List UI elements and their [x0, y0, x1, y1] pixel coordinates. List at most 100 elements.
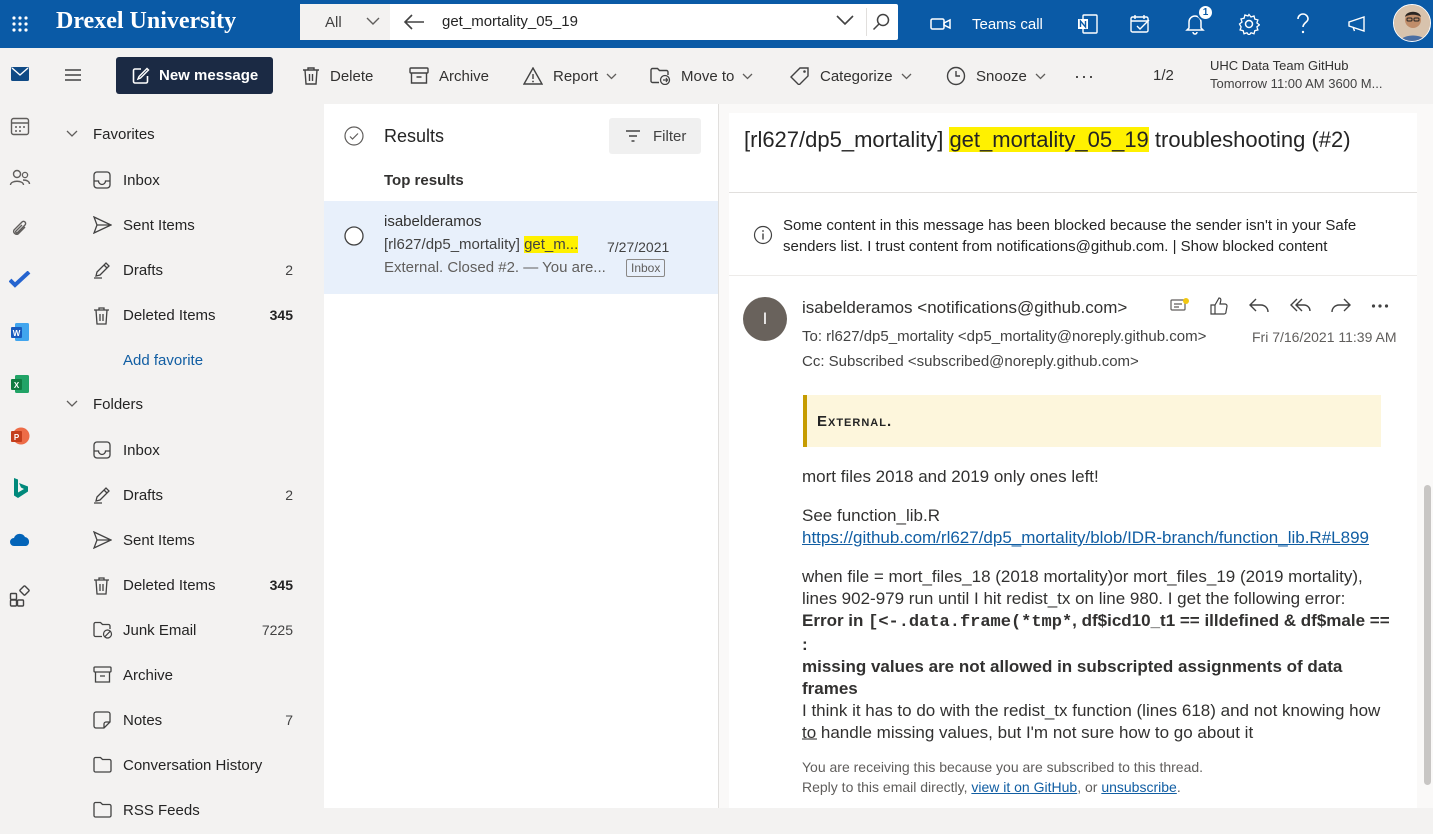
- folder-item-rss-feeds[interactable]: RSS Feeds: [40, 789, 324, 834]
- folder-count: 7225: [261, 622, 293, 638]
- select-all-checkbox[interactable]: [344, 126, 364, 146]
- hamburger-menu-icon[interactable]: [64, 68, 82, 82]
- summary-card-icon[interactable]: [1170, 296, 1190, 316]
- back-arrow-icon[interactable]: [403, 13, 425, 31]
- folder-label: Junk Email: [123, 622, 197, 639]
- app-launcher-icon[interactable]: [0, 0, 40, 48]
- mail-icon[interactable]: [8, 62, 32, 86]
- blocked-content-infobar: Some content in this message has been bl…: [729, 193, 1417, 276]
- folder-pane: Favorites Inbox Sent Items Drafts 2 Dele…: [40, 104, 324, 819]
- folder-item-notes[interactable]: Notes 7: [40, 699, 324, 744]
- folder-label: Archive: [123, 667, 174, 684]
- teams-call-label: Teams call: [972, 15, 1043, 33]
- more-options-icon[interactable]: [1371, 303, 1389, 309]
- attachment-icon[interactable]: [8, 217, 32, 241]
- folder-item-drafts[interactable]: Drafts 2: [40, 474, 324, 519]
- folder-item-inbox[interactable]: Inbox: [40, 429, 324, 474]
- body-paragraph: mort files 2018 and 2019 only ones left!: [802, 467, 1099, 486]
- filter-label: Filter: [653, 127, 687, 145]
- chevron-down-icon: [901, 73, 912, 79]
- show-blocked-content-link[interactable]: Show blocked content: [1181, 238, 1328, 255]
- subscription-notice: You are receiving this because you are s…: [802, 759, 1204, 775]
- subject-prefix: [rl627/dp5_mortality]: [744, 127, 950, 152]
- more-apps-icon[interactable]: [8, 584, 32, 608]
- view-on-github-link[interactable]: view it on GitHub: [971, 779, 1077, 795]
- teams-call-button[interactable]: Teams call: [930, 0, 1043, 48]
- search-box: All get_mortality_05_19: [300, 4, 898, 40]
- favorite-item-drafts[interactable]: Drafts 2: [40, 249, 324, 294]
- folder-label: Deleted Items: [123, 577, 216, 594]
- unsubscribe-link[interactable]: unsubscribe: [1101, 779, 1177, 795]
- settings-gear-icon[interactable]: [1229, 0, 1269, 48]
- folder-label: Deleted Items: [123, 307, 216, 324]
- calendar-icon[interactable]: [8, 114, 32, 138]
- trash-icon: [94, 307, 109, 325]
- more-actions-button[interactable]: ···: [1074, 48, 1095, 104]
- separator: |: [1172, 238, 1177, 255]
- favorite-item-inbox[interactable]: Inbox: [40, 159, 324, 204]
- brand-logo[interactable]: Drexel University: [56, 8, 236, 35]
- like-icon[interactable]: [1209, 296, 1229, 316]
- github-function-lib-link[interactable]: https://github.com/rl627/dp5_mortality/b…: [802, 528, 1369, 547]
- up-next-count: 1/2: [1153, 67, 1174, 84]
- move-to-button[interactable]: Move to: [650, 48, 763, 104]
- reading-pane-scrollbar[interactable]: [1421, 195, 1433, 808]
- favorite-item-deleted-items[interactable]: Deleted Items 345: [40, 294, 324, 339]
- report-button[interactable]: Report: [523, 48, 627, 104]
- select-message-radio[interactable]: [344, 226, 364, 246]
- reply-icon[interactable]: [1248, 296, 1270, 316]
- folder-label: Conversation History: [123, 757, 263, 774]
- pencil-icon: [94, 262, 110, 279]
- add-favorite-label: Add favorite: [123, 352, 204, 369]
- tag-icon: [790, 67, 809, 85]
- favorite-item-sent-items[interactable]: Sent Items: [40, 204, 324, 249]
- feedback-megaphone-icon[interactable]: [1338, 0, 1378, 48]
- top-results-header: Top results: [384, 172, 464, 189]
- folder-item-junk-email[interactable]: Junk Email 7225: [40, 609, 324, 654]
- word-icon[interactable]: W: [8, 320, 32, 344]
- new-message-button[interactable]: New message: [116, 57, 273, 94]
- search-scope-dropdown[interactable]: All: [300, 4, 390, 40]
- trust-sender-link[interactable]: I trust content from notifications@githu…: [867, 238, 1168, 255]
- help-icon[interactable]: [1283, 0, 1323, 48]
- sender-name[interactable]: isabelderamos <notifications@github.com>: [802, 298, 1127, 318]
- folder-item-deleted-items[interactable]: Deleted Items 345: [40, 564, 324, 609]
- add-favorite-link[interactable]: Add favorite: [40, 339, 324, 384]
- categorize-button[interactable]: Categorize: [790, 48, 922, 104]
- delete-button[interactable]: Delete: [302, 48, 373, 104]
- bing-icon[interactable]: [8, 476, 32, 500]
- onedrive-icon[interactable]: [8, 528, 32, 552]
- people-icon[interactable]: [8, 165, 32, 189]
- folders-section-header[interactable]: Folders: [40, 384, 324, 424]
- folder-icon: [93, 756, 112, 773]
- search-button[interactable]: [866, 8, 894, 36]
- body-text: I think it has to do with the redist_tx …: [802, 701, 1381, 742]
- folder-item-archive[interactable]: Archive: [40, 654, 324, 699]
- folders-label: Folders: [93, 395, 144, 413]
- folder-item-conversation-history[interactable]: Conversation History: [40, 744, 324, 789]
- sender-avatar[interactable]: I: [743, 297, 787, 341]
- chevron-down-icon[interactable]: [836, 15, 854, 26]
- forward-icon[interactable]: [1330, 296, 1352, 316]
- onenote-feed-icon[interactable]: [1068, 0, 1108, 48]
- snooze-button[interactable]: Snooze: [946, 48, 1056, 104]
- todo-check-icon[interactable]: [8, 268, 32, 292]
- filter-button[interactable]: Filter: [609, 118, 701, 154]
- warning-icon: [523, 67, 543, 85]
- folder-label: Sent Items: [123, 532, 195, 549]
- junk-folder-icon: [93, 621, 113, 639]
- archive-button[interactable]: Archive: [409, 48, 489, 104]
- scrollbar-thumb[interactable]: [1424, 485, 1431, 785]
- delete-label: Delete: [330, 67, 374, 85]
- archive-icon: [93, 666, 112, 683]
- folder-item-sent-items[interactable]: Sent Items: [40, 519, 324, 564]
- favorites-section-header[interactable]: Favorites: [40, 114, 324, 154]
- folder-label: Drafts: [123, 262, 164, 279]
- user-avatar[interactable]: [1393, 4, 1431, 42]
- reply-all-icon[interactable]: [1289, 296, 1311, 316]
- message-list-item[interactable]: isabelderamos [rl627/dp5_mortality] get_…: [324, 201, 718, 294]
- search-input[interactable]: get_mortality_05_19: [442, 13, 578, 30]
- powerpoint-icon[interactable]: P: [8, 424, 32, 448]
- excel-icon[interactable]: X: [8, 372, 32, 396]
- my-day-icon[interactable]: [1121, 0, 1161, 48]
